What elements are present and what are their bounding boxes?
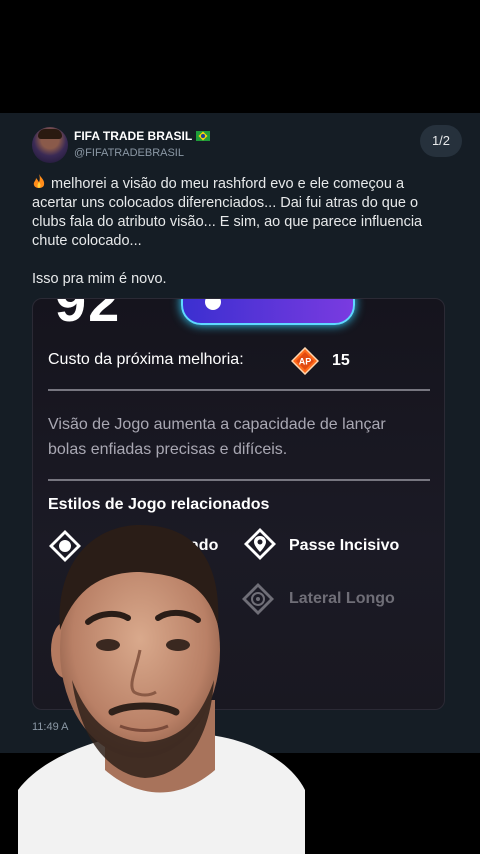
button-dot-icon [205, 299, 221, 310]
long-throw-icon [242, 583, 274, 615]
incisive-pass-icon [244, 528, 276, 560]
styles-title: Estilos de Jogo relacionados [48, 496, 270, 513]
fire-icon [33, 174, 45, 188]
author-handle[interactable]: @FIFATRADEBRASIL [74, 147, 184, 159]
partial-label: g [203, 643, 213, 660]
timestamp: 11:49 A [32, 721, 69, 733]
post-body: melhorei a visão do meu rashford evo e e… [32, 176, 423, 287]
post-text: melhorei a visão do meu rashford evo e e… [32, 174, 452, 289]
stat-number: 92 [55, 298, 122, 333]
game-screenshot[interactable]: 92 Custo da próxima melhoria: AP 15 Visã… [32, 298, 445, 710]
style-label-3: Lateral Longo [289, 590, 395, 607]
ap-badge-text: AP [299, 357, 312, 367]
divider [48, 479, 430, 481]
target-ball-icon [49, 530, 81, 562]
divider [48, 389, 430, 391]
upgrade-button [181, 299, 355, 325]
author-name[interactable]: FIFA TRADE BRASIL [74, 129, 211, 143]
avatar[interactable] [32, 127, 68, 163]
cost-label: Custo da próxima melhoria: [48, 351, 244, 368]
page-indicator: 1/2 [420, 125, 462, 157]
style-label-2: Passe Incisivo [289, 537, 400, 554]
cost-value: 15 [332, 352, 350, 369]
ap-badge-icon: AP [291, 347, 319, 375]
brazil-flag-icon [196, 131, 211, 141]
style-label-1: cado [181, 537, 219, 554]
attribute-description: Visão de Jogo aumenta a capacidade de la… [48, 416, 386, 458]
